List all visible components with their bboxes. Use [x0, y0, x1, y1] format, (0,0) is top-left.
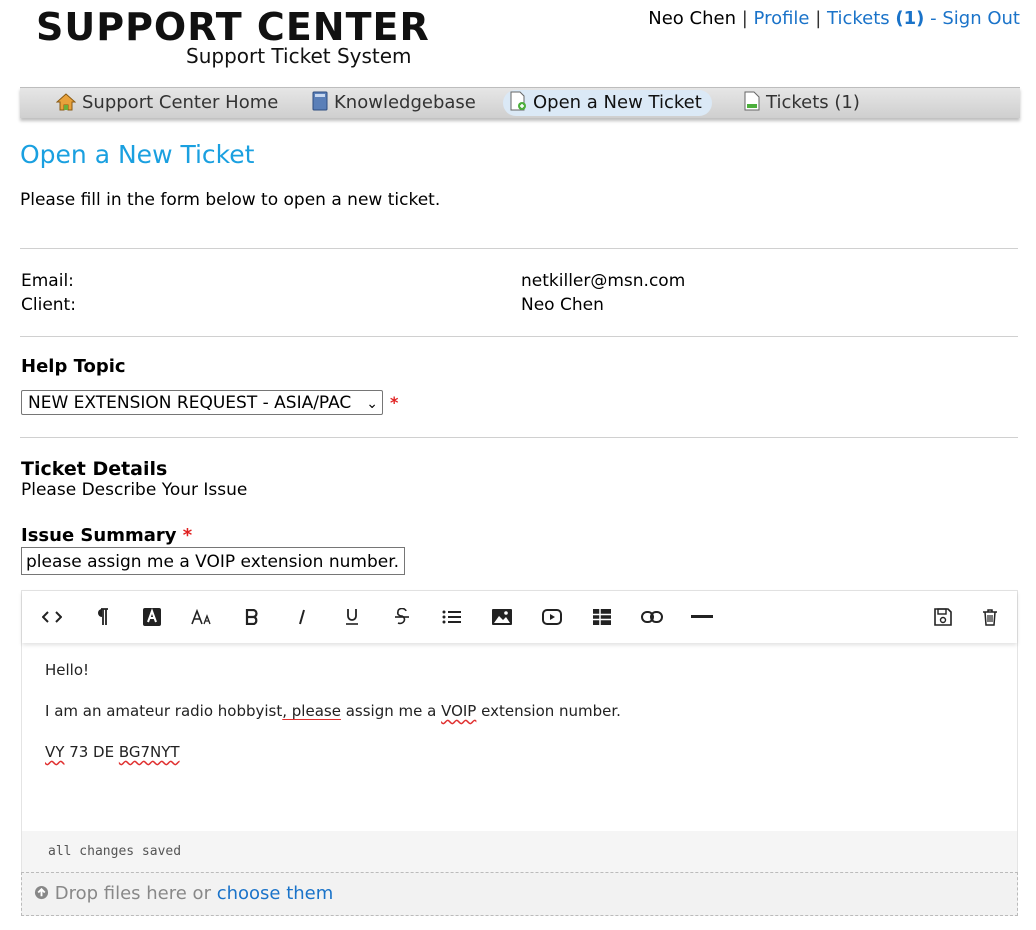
user-name: Neo Chen — [648, 8, 736, 29]
bold-icon[interactable] — [240, 605, 264, 629]
code-view-icon[interactable] — [40, 605, 64, 629]
table-icon[interactable] — [590, 605, 614, 629]
client-label: Client: — [21, 295, 76, 315]
help-topic-selected: NEW EXTENSION REQUEST - ASIA/PAC — [28, 393, 352, 413]
text-span: 73 DE — [64, 743, 119, 761]
required-mark: * — [390, 393, 399, 412]
text-span: extension number. — [476, 702, 621, 720]
email-label: Email: — [21, 271, 74, 291]
issue-summary-label: Issue Summary * — [21, 525, 192, 546]
separator: | — [741, 8, 748, 29]
chevron-down-icon: ⌄ — [366, 396, 378, 412]
new-ticket-icon — [509, 91, 527, 119]
logo-title: SUPPORT CENTER — [36, 5, 430, 49]
italic-icon[interactable] — [290, 605, 314, 629]
book-icon — [312, 91, 328, 119]
save-status: all changes saved — [22, 831, 1017, 873]
nav-item-open-ticket[interactable]: Open a New Ticket — [503, 90, 712, 116]
ticket-details-heading: Ticket Details — [21, 458, 168, 480]
client-value: Neo Chen — [521, 295, 604, 315]
tickets-link-label[interactable]: Tickets — [827, 8, 890, 29]
video-icon[interactable] — [540, 605, 564, 629]
logo-subtitle: Support Ticket System — [186, 44, 412, 68]
font-size-icon[interactable] — [190, 605, 214, 629]
ticket-details-subheading: Please Describe Your Issue — [21, 480, 248, 500]
underline-icon[interactable] — [340, 605, 364, 629]
intro-text: Please fill in the form below to open a … — [20, 190, 441, 210]
upload-icon — [34, 883, 49, 904]
spelling-flag: VOIP — [441, 702, 477, 720]
separator: | — [815, 8, 822, 29]
save-icon[interactable] — [931, 605, 955, 629]
help-topic-heading: Help Topic — [21, 356, 126, 377]
spelling-flag: BG7NYT — [118, 743, 180, 761]
divider — [20, 248, 1018, 249]
paragraph-icon[interactable] — [90, 605, 114, 629]
issue-summary-input[interactable]: please assign me a VOIP extension number… — [21, 547, 405, 575]
editor-content[interactable]: Hello! I am an amateur radio hobbyist, p… — [45, 661, 621, 784]
tickets-link[interactable]: Tickets (1) — [827, 8, 924, 29]
divider — [20, 336, 1018, 337]
issue-summary-label-text: Issue Summary — [21, 525, 177, 546]
main-nav: Support Center Home Knowledgebase Open a… — [20, 87, 1020, 118]
separator: - — [930, 8, 937, 29]
divider — [20, 437, 1018, 438]
horizontal-rule-icon[interactable] — [690, 605, 714, 629]
nav-item-label: Tickets (1) — [766, 92, 860, 113]
file-dropzone[interactable]: Drop files here or choose them — [21, 872, 1018, 916]
editor-toolbar — [22, 591, 1017, 643]
message-line: Hello! — [45, 661, 90, 679]
nav-item-label: Knowledgebase — [334, 92, 476, 113]
profile-link[interactable]: Profile — [754, 8, 810, 29]
trash-icon[interactable] — [978, 605, 1002, 629]
link-icon[interactable] — [640, 605, 664, 629]
text-span: I am an amateur radio hobbyist — [45, 702, 283, 720]
tickets-count[interactable]: (1) — [895, 8, 924, 29]
text-color-icon[interactable] — [140, 605, 164, 629]
message-line: VY 73 DE BG7NYT — [45, 743, 621, 761]
list-icon[interactable] — [440, 605, 464, 629]
nav-item-knowledgebase[interactable]: Knowledgebase — [306, 90, 486, 116]
image-icon[interactable] — [490, 605, 514, 629]
spelling-flag: VY — [45, 743, 65, 761]
ticket-doc-icon — [744, 91, 760, 119]
nav-item-tickets[interactable]: Tickets (1) — [738, 90, 870, 116]
nav-item-home[interactable]: Support Center Home — [50, 90, 288, 116]
home-icon — [55, 93, 77, 119]
nav-item-label: Open a New Ticket — [533, 92, 702, 113]
page-title: Open a New Ticket — [20, 140, 255, 169]
choose-files-link[interactable]: choose them — [217, 883, 334, 904]
dropzone-text: Drop files here or — [54, 883, 211, 904]
strikethrough-icon[interactable] — [390, 605, 414, 629]
nav-item-label: Support Center Home — [82, 92, 279, 113]
sign-out-link[interactable]: Sign Out — [942, 8, 1020, 29]
required-mark: * — [182, 525, 193, 546]
message-line: I am an amateur radio hobbyist, please a… — [45, 702, 621, 720]
user-bar: Neo Chen | Profile | Tickets (1) - Sign … — [648, 8, 1020, 29]
grammar-flag: , please — [282, 702, 341, 720]
email-value: netkiller@msn.com — [521, 271, 686, 291]
text-span: assign me a — [340, 702, 442, 720]
message-editor: Hello! I am an amateur radio hobbyist, p… — [21, 590, 1018, 916]
help-topic-select[interactable]: NEW EXTENSION REQUEST - ASIA/PAC ⌄ — [21, 390, 383, 415]
